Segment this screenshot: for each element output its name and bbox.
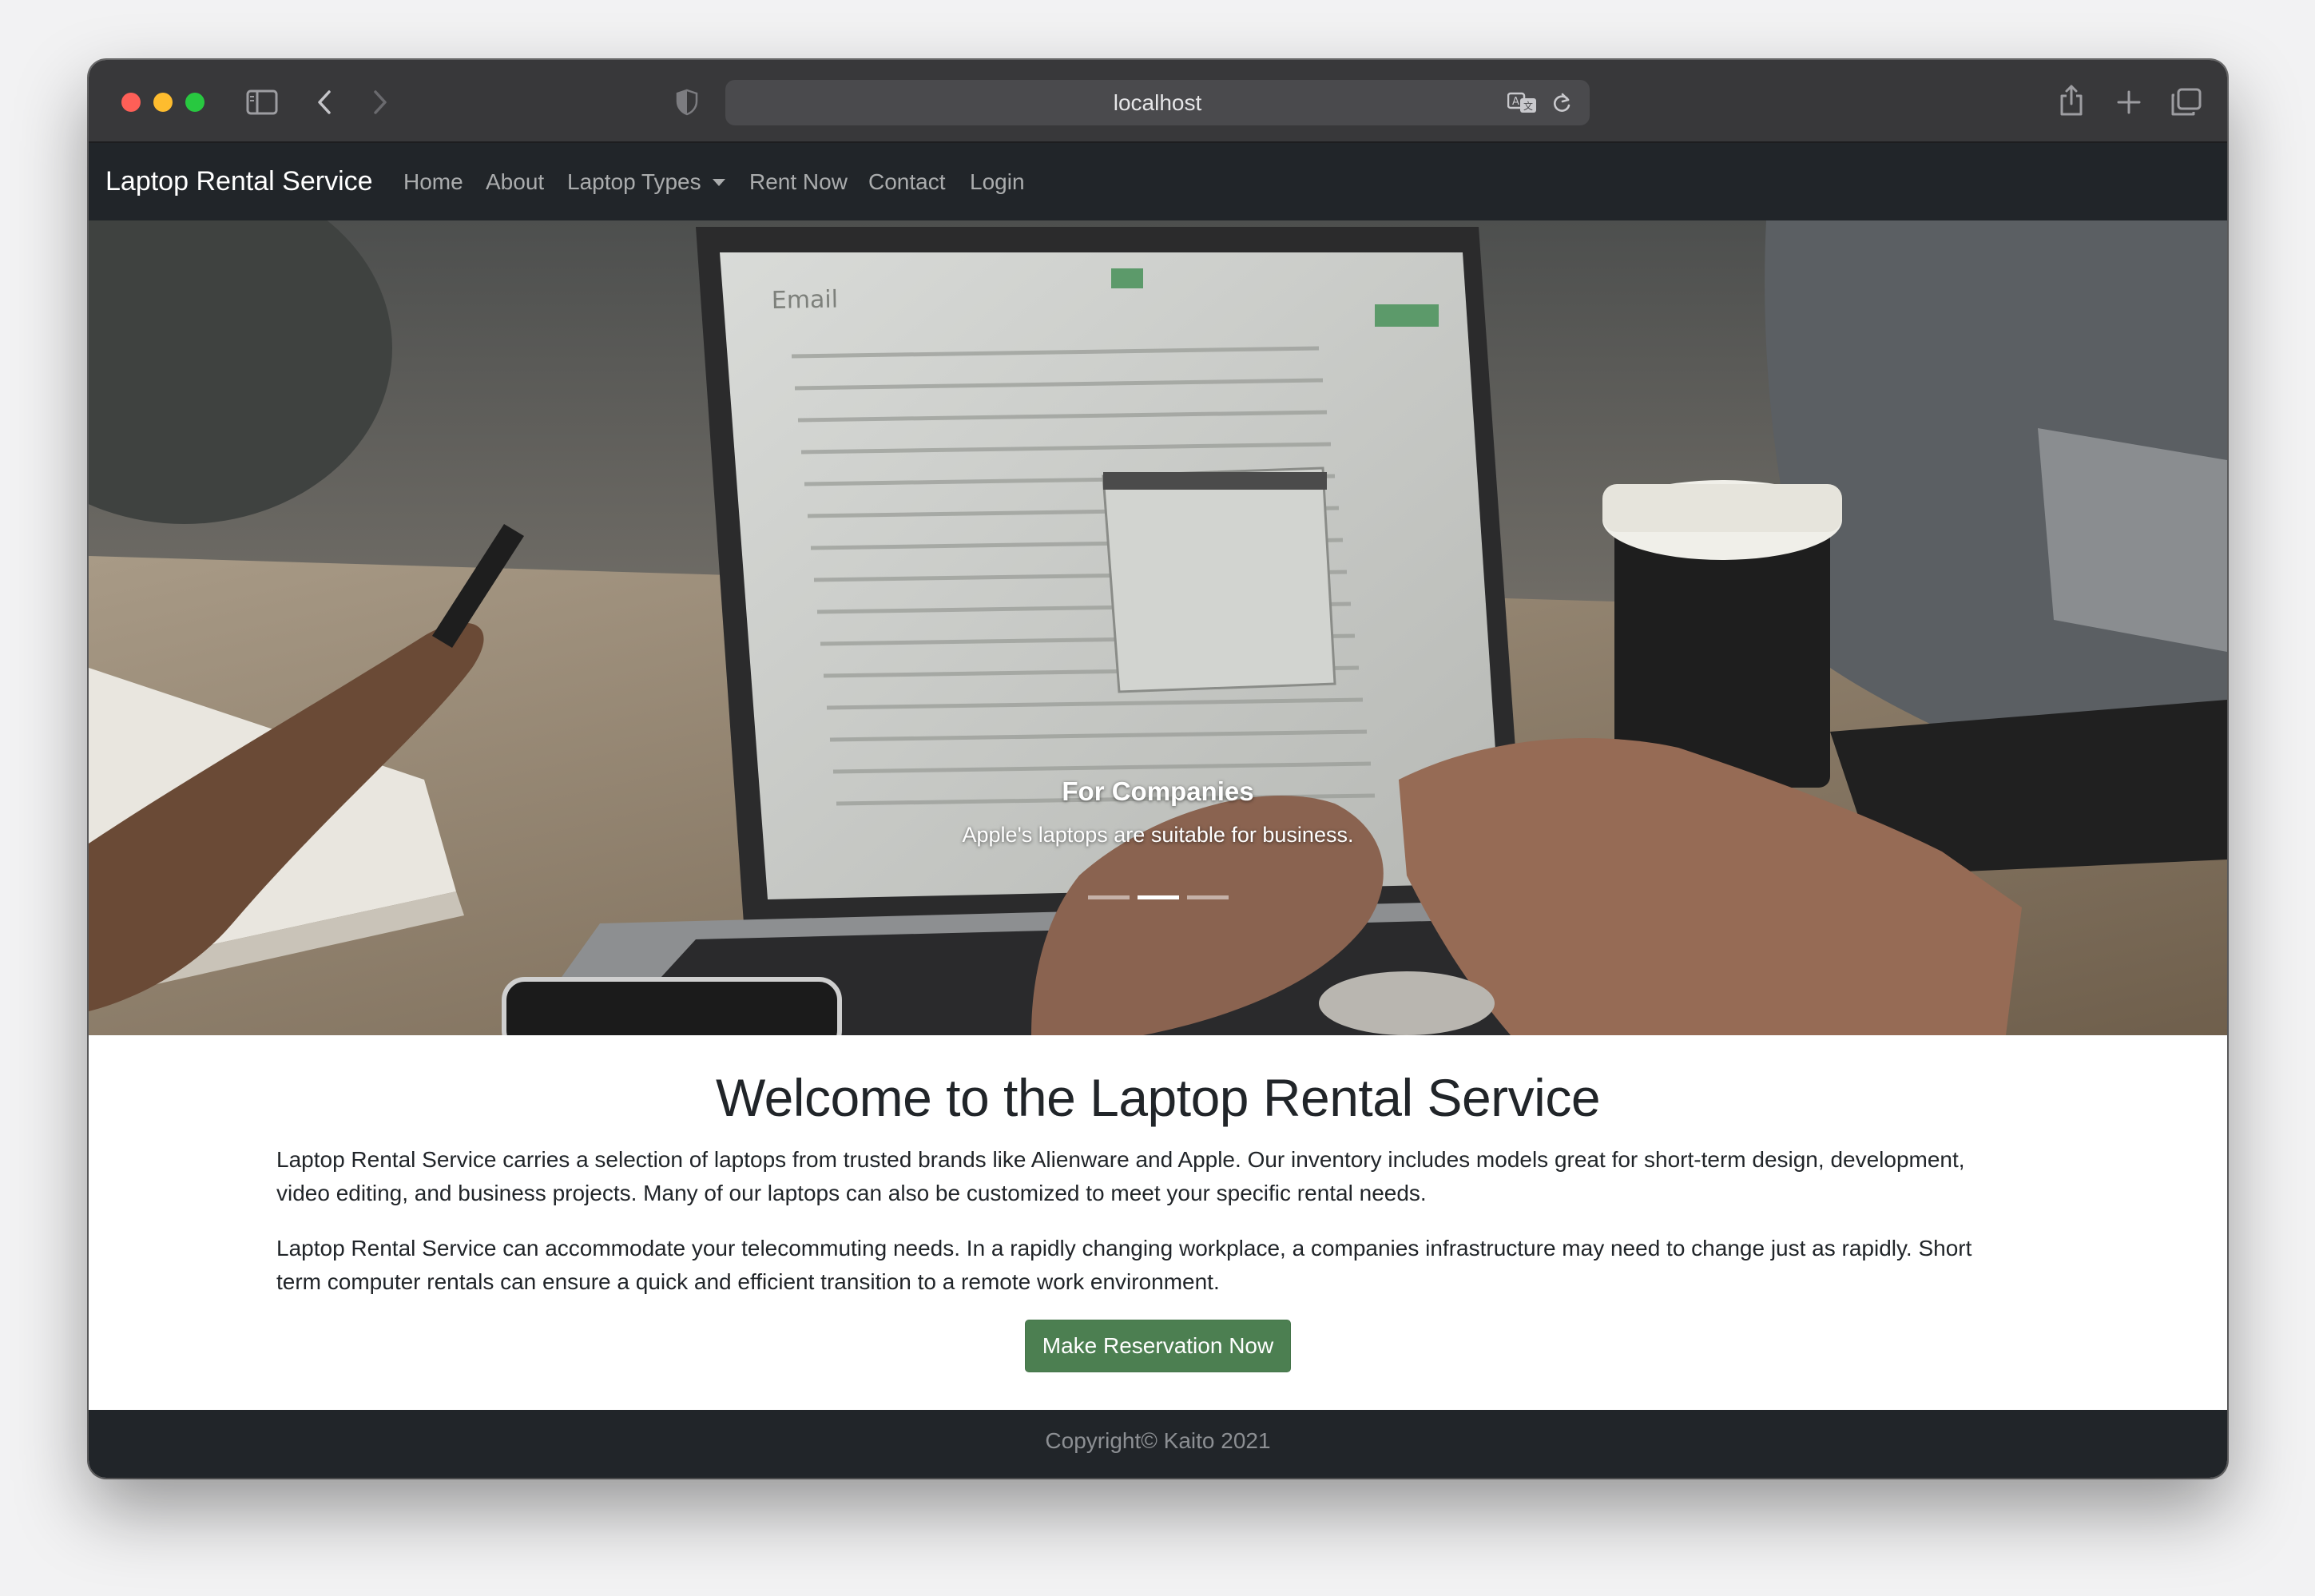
translate-icon[interactable]: A文 [1507,88,1539,118]
minimize-window-button[interactable] [153,93,173,112]
nav-link-laptop-types-label: Laptop Types [567,169,701,194]
carousel-caption-text: Apple's laptops are suitable for busines… [962,823,1354,847]
close-window-button[interactable] [121,93,141,112]
hero-carousel[interactable]: Email For Companies Apple's laptops are … [89,220,2227,1035]
url-text[interactable]: localhost [725,80,1590,125]
navbar-brand[interactable]: Laptop Rental Service [105,143,373,220]
svg-text:文: 文 [1523,100,1533,112]
carousel-indicator-1[interactable] [1087,895,1130,899]
privacy-shield-icon[interactable] [673,86,701,118]
footer-copyright: Copyright© Kaito 2021 [1045,1428,1271,1453]
telecommuting-paragraph: Laptop Rental Service can accommodate yo… [276,1236,1972,1294]
forward-chevron-icon[interactable] [368,86,392,118]
sidebar-icon[interactable] [245,86,279,118]
carousel-caption-title: For Companies [1062,776,1254,806]
back-chevron-icon[interactable] [312,86,336,118]
site-navbar: Laptop Rental Service Home About Laptop … [89,143,2227,220]
address-bar[interactable]: localhost A文 [725,80,1590,125]
hero-photo: Email [89,220,2227,1035]
carousel-indicator-2[interactable] [1137,895,1179,899]
zoom-window-button[interactable] [185,93,204,112]
carousel-indicators [89,895,2227,899]
nav-link-rent-now[interactable]: Rent Now [749,143,848,220]
make-reservation-button[interactable]: Make Reservation Now [1025,1320,1291,1372]
tab-overview-icon[interactable] [2169,85,2204,120]
nav-link-about[interactable]: About [486,143,544,220]
nav-link-laptop-types[interactable]: Laptop Types [567,143,725,220]
site-footer: Copyright© Kaito 2021 [89,1410,2227,1478]
page-title: Welcome to the Laptop Rental Service [715,1068,1601,1127]
carousel-indicator-3[interactable] [1186,895,1229,899]
browser-window: localhost A文 Laptop Rental Service Home … [89,60,2227,1478]
nav-link-home[interactable]: Home [403,143,463,220]
share-icon[interactable] [2055,81,2087,119]
screen-email-title: Email [772,286,839,315]
browser-toolbar: localhost A文 [89,60,2227,143]
intro-paragraph: Laptop Rental Service carries a selectio… [276,1147,1965,1205]
dropdown-caret-icon [712,179,725,186]
reload-icon[interactable] [1548,89,1575,117]
svg-text:A: A [1512,96,1519,108]
nav-link-contact[interactable]: Contact [868,143,946,220]
new-tab-plus-icon[interactable] [2113,86,2145,118]
nav-link-login[interactable]: Login [970,143,1025,220]
